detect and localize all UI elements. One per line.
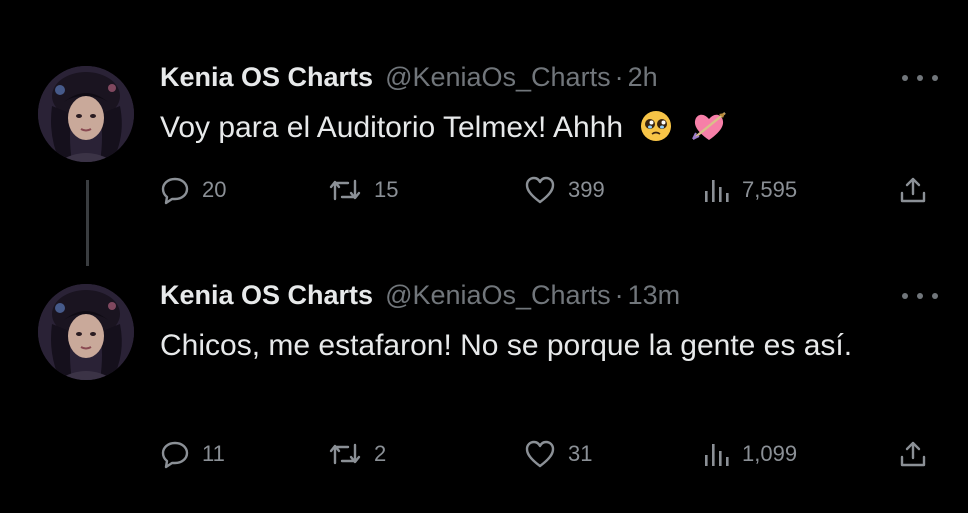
display-name[interactable]: Kenia OS Charts xyxy=(160,280,373,311)
tweet-timestamp[interactable]: 13m xyxy=(628,280,681,311)
share-icon xyxy=(898,175,928,205)
avatar-image xyxy=(38,66,134,162)
tweet-header: Kenia OS Charts @KeniaOs_Charts · 13m xyxy=(160,280,680,314)
retweet-button[interactable]: 15 xyxy=(328,172,398,208)
retweet-count: 15 xyxy=(374,177,399,202)
tweet-actions: 11 2 31 1,099 xyxy=(160,436,940,472)
avatar-image xyxy=(38,284,134,380)
heart-with-arrow-emoji-icon xyxy=(690,109,728,156)
tweet-body: Voy para el Auditorio Telmex! Ahhh xyxy=(160,111,624,144)
pleading-face-emoji-icon xyxy=(639,109,673,156)
more-options-icon[interactable] xyxy=(902,290,938,302)
retweet-count: 2 xyxy=(374,441,387,466)
retweet-icon xyxy=(328,175,362,205)
separator-dot: · xyxy=(614,280,624,310)
views-button[interactable]: 7,595 xyxy=(702,172,797,208)
share-button[interactable] xyxy=(898,172,928,208)
tweet-text: Voy para el Auditorio Telmex! Ahhh xyxy=(160,106,920,156)
tweet-actions: 20 15 399 7,595 xyxy=(160,172,940,208)
views-button[interactable]: 1,099 xyxy=(702,436,797,472)
views-chart-icon xyxy=(702,439,730,469)
display-name[interactable]: Kenia OS Charts xyxy=(160,62,373,93)
avatar[interactable] xyxy=(38,284,134,380)
like-button[interactable]: 399 xyxy=(524,172,605,208)
tweet-text: Chicos, me estafaron! No se porque la ge… xyxy=(160,329,853,362)
tweet-timestamp[interactable]: 2h xyxy=(628,62,658,93)
reply-count: 11 xyxy=(202,441,225,466)
heart-icon xyxy=(524,175,556,205)
separator-dot: · xyxy=(614,62,624,92)
tweet-header: Kenia OS Charts @KeniaOs_Charts · 2h xyxy=(160,62,658,96)
thread-connector-line xyxy=(86,180,89,266)
more-options-icon[interactable] xyxy=(902,72,938,84)
avatar[interactable] xyxy=(38,66,134,162)
like-button[interactable]: 31 xyxy=(524,436,592,472)
reply-button[interactable]: 20 xyxy=(160,172,226,208)
like-count: 399 xyxy=(568,177,605,202)
user-handle[interactable]: @KeniaOs_Charts xyxy=(385,62,611,93)
user-handle[interactable]: @KeniaOs_Charts xyxy=(385,280,611,311)
like-count: 31 xyxy=(568,441,593,466)
retweet-icon xyxy=(328,439,362,469)
view-count: 1,099 xyxy=(742,441,798,466)
heart-icon xyxy=(524,439,556,469)
reply-icon xyxy=(160,439,190,469)
reply-button[interactable]: 11 xyxy=(160,436,225,472)
retweet-button[interactable]: 2 xyxy=(328,436,386,472)
reply-icon xyxy=(160,175,190,205)
share-button[interactable] xyxy=(898,436,928,472)
view-count: 7,595 xyxy=(742,177,798,202)
views-chart-icon xyxy=(702,175,730,205)
reply-count: 20 xyxy=(202,177,227,202)
share-icon xyxy=(898,439,928,469)
